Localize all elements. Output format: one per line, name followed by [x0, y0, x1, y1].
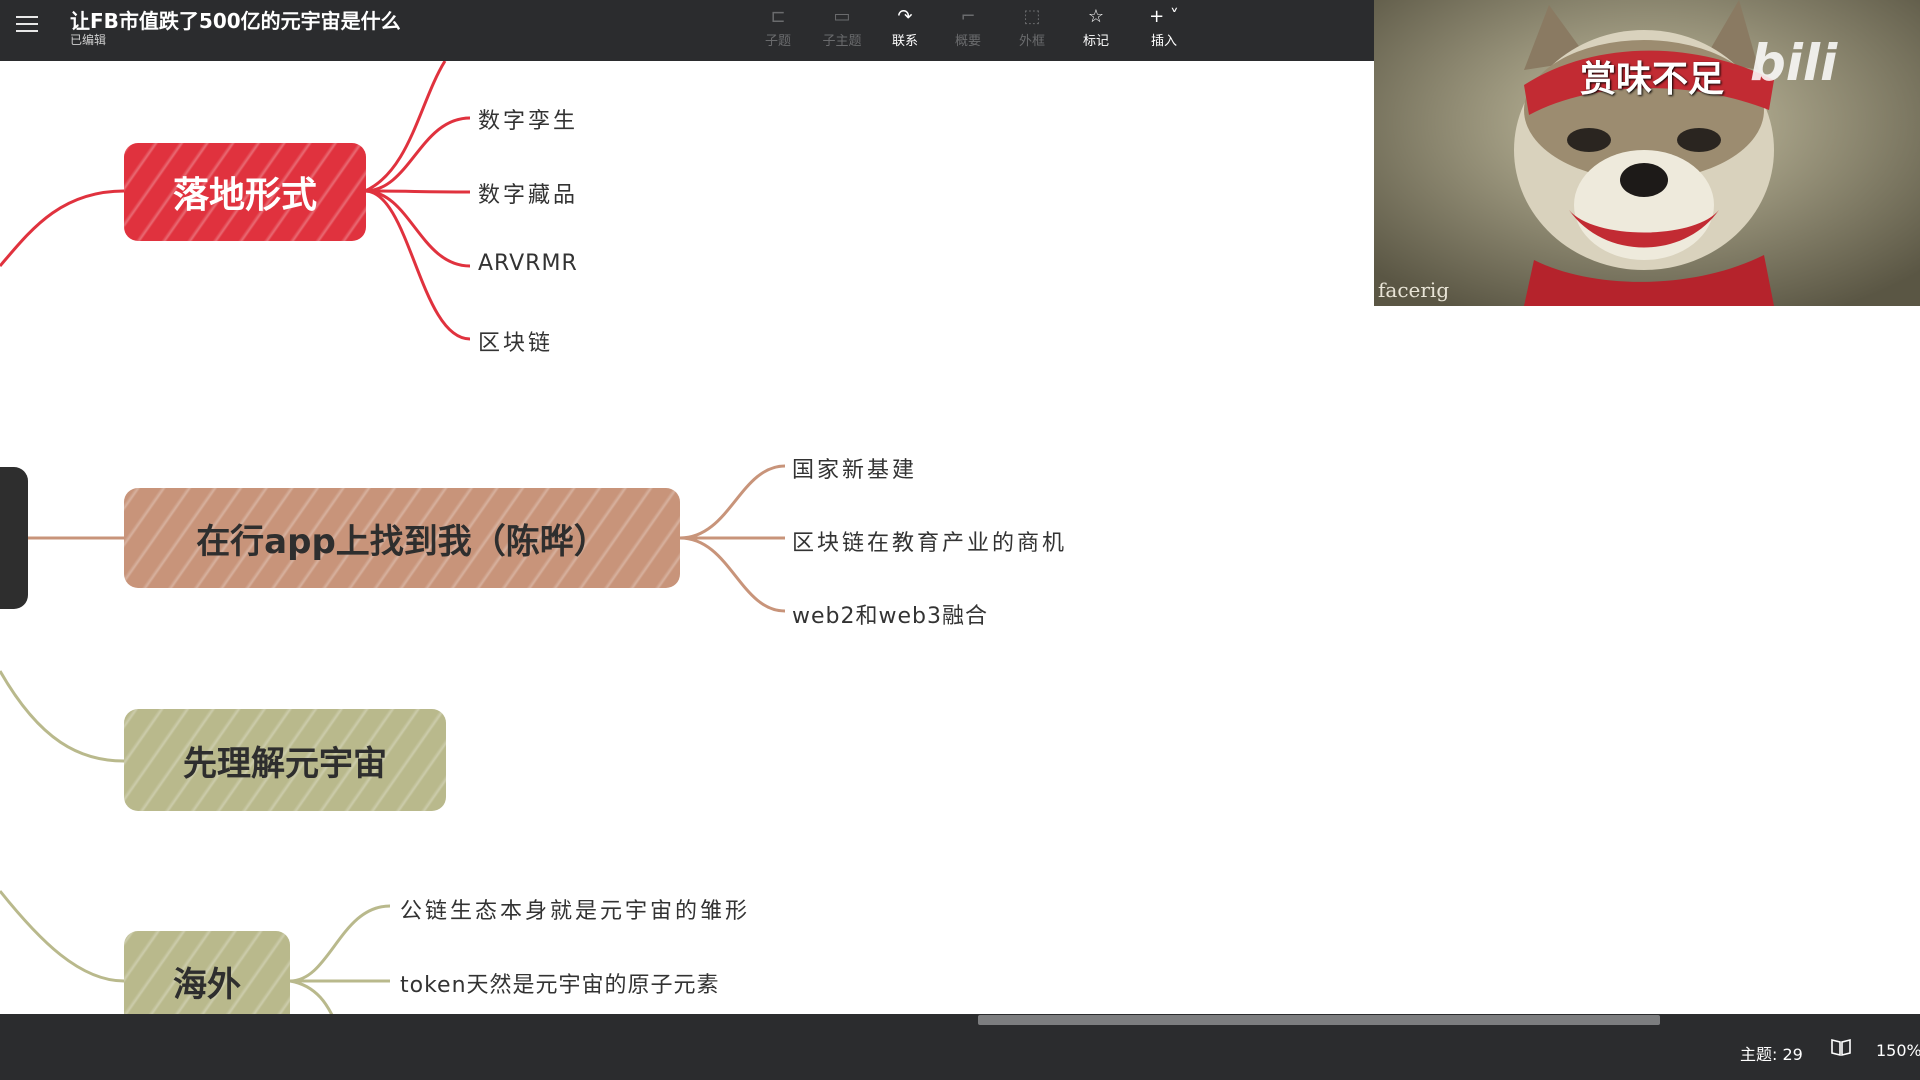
top-toolbar: 让FB市值跌了500亿的元宇宙是什么 已编辑 ⊏ 子题 ▭ 子主题 ↷ 联系 ⌐… [0, 0, 1375, 61]
bilibili-logo: bili [1750, 34, 1838, 92]
connect-arc-icon: ↷ [897, 6, 913, 27]
topic-count: 主题: 29 [1740, 1045, 1803, 1064]
relationship-button[interactable]: ↷ 联系 [875, 4, 935, 58]
avatar-shiba-clown-image [1374, 0, 1920, 306]
leaf-web2-web3[interactable]: web2和web3融合 [792, 598, 988, 630]
leaf-digital-collectibles[interactable]: 数字藏品 [478, 177, 578, 209]
document-title[interactable]: 让FB市值跌了500亿的元宇宙是什么 [70, 5, 401, 34]
horizontal-scrollbar[interactable] [978, 1015, 1660, 1025]
star-icon: ☆ [1087, 6, 1105, 27]
webcam-overlay: 赏味不足 bili facerig [1374, 0, 1920, 306]
plus-chevron-icon: + ˅ [1149, 6, 1179, 27]
leaf-ar-vr-mr[interactable]: ARVRMR [478, 251, 578, 276]
boundary-icon: ⬚ [1023, 6, 1041, 27]
boundary-button[interactable]: ⬚ 外框 [1002, 4, 1062, 58]
connector-root-red [0, 189, 125, 267]
facerig-watermark: facerig [1378, 278, 1450, 302]
sibling-topic-icon: ▭ [833, 6, 851, 27]
summary-icon: ⌐ [960, 6, 976, 27]
leaf-national-infrastructure[interactable]: 国家新基建 [792, 452, 917, 484]
video-caption: 赏味不足 [1580, 59, 1725, 100]
sibling-topic-button[interactable]: ▭ 子主题 [812, 4, 872, 58]
topic-node-find-me-on-zaihang[interactable]: 在行app上找到我（陈晔） [124, 488, 680, 588]
edit-status: 已编辑 [70, 33, 107, 47]
leaf-token-atom[interactable]: token天然是元宇宙的原子元素 [400, 967, 720, 999]
outline-view-book-icon[interactable] [1830, 1036, 1852, 1058]
topic-node-overseas[interactable]: 海外 [124, 931, 290, 1014]
leaf-blockchain-education[interactable]: 区块链在教育产业的商机 [792, 525, 1067, 557]
insert-button[interactable]: + ˅ 插入 [1134, 4, 1194, 58]
summary-button[interactable]: ⌐ 概要 [938, 4, 998, 58]
subtopic-icon: ⊏ [770, 6, 786, 27]
leaf-blockchain[interactable]: 区块链 [478, 325, 553, 357]
topic-node-landing-forms[interactable]: 落地形式 [124, 143, 366, 241]
offscreen-topic-node[interactable] [0, 467, 28, 609]
marker-button[interactable]: ☆ 标记 [1066, 4, 1126, 58]
zoom-level[interactable]: 150% [1876, 1041, 1920, 1060]
leaf-public-chain[interactable]: 公链生态本身就是元宇宙的雏形 [400, 893, 750, 925]
hamburger-menu-icon[interactable] [16, 16, 38, 36]
leaf-digital-twin[interactable]: 数字孪生 [478, 103, 578, 135]
topic-node-understand-metaverse[interactable]: 先理解元宇宙 [124, 709, 446, 811]
subtopic-button[interactable]: ⊏ 子题 [748, 4, 808, 58]
